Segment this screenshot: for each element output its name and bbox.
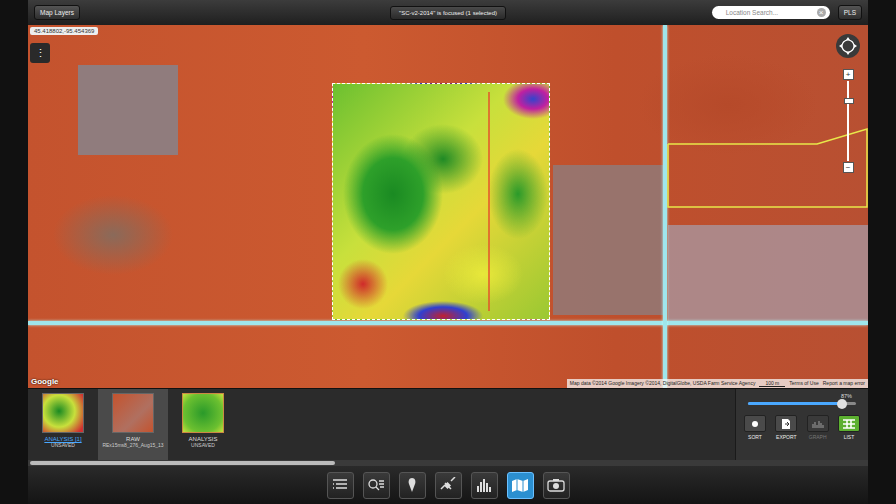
thumbnail[interactable]: ANALYSIS [1] UNSAVED <box>28 389 98 460</box>
locate-button[interactable] <box>836 34 860 58</box>
bottom-panel: ANALYSIS [1] UNSAVED RAW REx15ms8_276_Au… <box>28 388 868 460</box>
sort-button[interactable]: SORT <box>744 415 766 440</box>
thumbnail-title: RAW <box>126 436 140 442</box>
thumbnail-subtitle: UNSAVED <box>51 442 75 448</box>
search-icon <box>367 477 385 493</box>
thumbnail-strip: ANALYSIS [1] UNSAVED RAW REx15ms8_276_Au… <box>28 389 735 460</box>
thumbnail-title: ANALYSIS <box>189 436 218 442</box>
sort-label: SORT <box>748 434 762 440</box>
locate-icon <box>838 36 858 56</box>
top-bar: Map Layers "SC-v2-2014" is focused (1 se… <box>28 0 868 25</box>
parcel-outline <box>667 139 868 209</box>
camera-tool-button[interactable] <box>543 472 570 499</box>
coordinates-badge: 45.418802,-95.454369 <box>30 27 98 35</box>
report-link[interactable]: Report a map error <box>823 380 865 387</box>
opacity-slider[interactable] <box>748 402 856 405</box>
app-window: Map Layers "SC-v2-2014" is focused (1 se… <box>28 0 868 504</box>
map-layers-button[interactable]: Map Layers <box>34 5 80 20</box>
thumbnail-image <box>112 393 154 433</box>
search-tool-button[interactable] <box>363 472 390 499</box>
graph-icon <box>807 415 829 432</box>
google-logo: Google <box>31 377 59 386</box>
list-button[interactable]: LIST <box>838 415 860 440</box>
thumbnail-image <box>182 393 224 433</box>
map-view[interactable]: 45.418802,-95.454369 ⋮ + − Google Map da… <box>28 25 868 388</box>
opacity-knob[interactable] <box>837 399 847 409</box>
field-analysis[interactable] <box>332 83 550 320</box>
graph-button: GRAPH <box>807 415 829 440</box>
clear-button[interactable]: × <box>817 8 826 17</box>
zoom-out-button[interactable]: − <box>843 162 854 173</box>
sort-icon <box>744 415 766 432</box>
graph-label: GRAPH <box>809 434 827 440</box>
field-divider <box>488 92 490 311</box>
satellite-tool-button[interactable] <box>435 472 462 499</box>
histogram-tool-button[interactable] <box>471 472 498 499</box>
thumbnail[interactable]: ANALYSIS UNSAVED <box>168 389 238 460</box>
attribution-bar: Map data ©2014 Google Imagery ©2014, Dig… <box>567 379 868 388</box>
map-imagery <box>668 225 868 325</box>
zoom-slider[interactable] <box>847 81 849 161</box>
map-icon <box>511 477 529 493</box>
search-placeholder: Location Search... <box>726 9 778 16</box>
thumbnail-subtitle: UNSAVED <box>191 442 215 448</box>
pin-tool-button[interactable] <box>399 472 426 499</box>
histogram-icon <box>475 477 493 493</box>
road <box>663 25 667 388</box>
zoom-control: + − <box>841 69 855 173</box>
export-button[interactable]: EXPORT <box>775 415 797 440</box>
zoom-handle[interactable] <box>844 98 854 104</box>
list-label: LIST <box>844 434 855 440</box>
thumbnail-image <box>42 393 84 433</box>
satellite-icon <box>439 477 457 493</box>
zoom-in-button[interactable]: + <box>843 69 854 80</box>
pin-icon <box>403 477 421 493</box>
scale-bar: 100 m <box>759 380 785 387</box>
camera-icon <box>547 477 565 493</box>
opacity-fill <box>748 402 842 405</box>
layer-controls: 87% SORT EXPORT GRAPH LIST <box>735 389 868 460</box>
attribution-text: Map data ©2014 Google Imagery ©2014, Dig… <box>570 380 756 387</box>
location-search[interactable]: Location Search... × <box>712 6 830 19</box>
road <box>28 321 868 325</box>
list-tool-button[interactable] <box>327 472 354 499</box>
list-icon <box>838 415 860 432</box>
bottom-toolbar <box>28 466 868 504</box>
map-tool-button[interactable] <box>507 472 534 499</box>
map-menu-button[interactable]: ⋮ <box>30 43 50 63</box>
thumbnail-subtitle: REx15ms8_276_Aug15_13 <box>102 442 163 448</box>
map-imagery <box>553 165 663 315</box>
map-imagery <box>78 65 178 155</box>
scroll-thumb[interactable] <box>30 461 335 465</box>
thumbnail[interactable]: RAW REx15ms8_276_Aug15_13 <box>98 389 168 460</box>
thumbnail-title: ANALYSIS [1] <box>44 436 81 442</box>
export-label: EXPORT <box>776 434 796 440</box>
list-icon <box>331 477 349 493</box>
pls-button[interactable]: PLS <box>838 5 862 20</box>
focus-label: "SC-v2-2014" is focused (1 selected) <box>390 6 506 20</box>
export-icon <box>775 415 797 432</box>
terms-link[interactable]: Terms of Use <box>789 380 818 387</box>
